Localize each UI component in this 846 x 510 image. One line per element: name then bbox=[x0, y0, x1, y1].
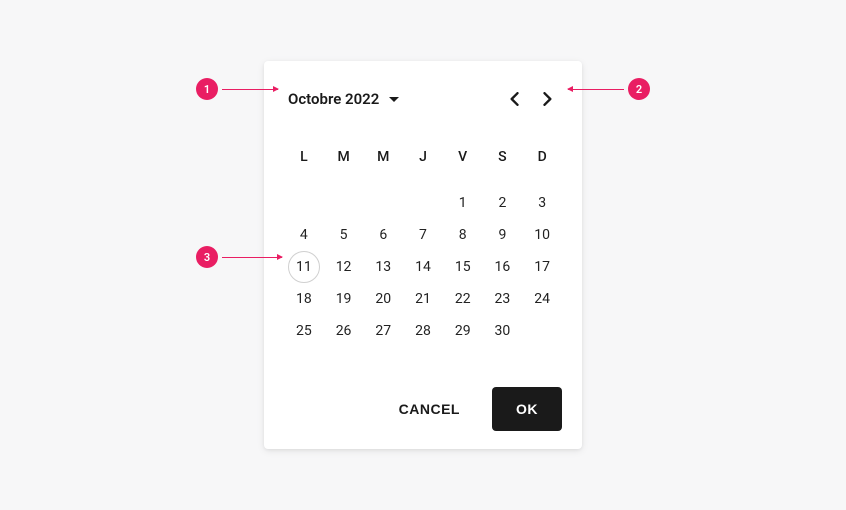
day[interactable]: 23 bbox=[483, 283, 523, 315]
day[interactable]: 29 bbox=[443, 315, 483, 347]
day[interactable]: 9 bbox=[483, 219, 523, 251]
weekday-label: J bbox=[403, 139, 443, 175]
weekday-label: M bbox=[324, 139, 364, 175]
annotation-badge-3: 3 bbox=[196, 246, 218, 268]
annotation-1: 1 bbox=[196, 78, 278, 100]
day[interactable]: 27 bbox=[363, 315, 403, 347]
weekday-label: V bbox=[443, 139, 483, 175]
weekday-label: M bbox=[363, 139, 403, 175]
day[interactable]: 17 bbox=[522, 251, 562, 283]
day-empty bbox=[363, 187, 403, 219]
day[interactable]: 30 bbox=[483, 315, 523, 347]
day[interactable]: 3 bbox=[522, 187, 562, 219]
days-grid: 1234567891011121314151617181920212223242… bbox=[284, 187, 562, 347]
date-picker-header: Octobre 2022 bbox=[284, 79, 562, 119]
day[interactable]: 24 bbox=[522, 283, 562, 315]
day[interactable]: 5 bbox=[324, 219, 364, 251]
annotation-3: 3 bbox=[196, 246, 282, 268]
day[interactable]: 1 bbox=[443, 187, 483, 219]
weekday-row: LMMJVSD bbox=[284, 139, 562, 175]
day-empty bbox=[324, 187, 364, 219]
ok-button[interactable]: OK bbox=[492, 387, 562, 431]
day[interactable]: 6 bbox=[363, 219, 403, 251]
day[interactable]: 19 bbox=[324, 283, 364, 315]
annotation-badge-2: 2 bbox=[628, 78, 650, 100]
day[interactable]: 18 bbox=[284, 283, 324, 315]
day[interactable]: 20 bbox=[363, 283, 403, 315]
action-buttons: CANCEL OK bbox=[284, 387, 562, 431]
month-label: Octobre 2022 bbox=[288, 90, 379, 108]
chevron-left-icon bbox=[509, 92, 519, 106]
day[interactable]: 8 bbox=[443, 219, 483, 251]
day[interactable]: 2 bbox=[483, 187, 523, 219]
day[interactable]: 10 bbox=[522, 219, 562, 251]
day[interactable]: 15 bbox=[443, 251, 483, 283]
next-month-button[interactable] bbox=[534, 85, 562, 113]
day[interactable]: 26 bbox=[324, 315, 364, 347]
prev-month-button[interactable] bbox=[500, 85, 528, 113]
month-selector[interactable]: Octobre 2022 bbox=[284, 90, 399, 108]
day[interactable]: 25 bbox=[284, 315, 324, 347]
weekday-label: L bbox=[284, 139, 324, 175]
annotation-arrow-icon bbox=[222, 89, 278, 90]
caret-down-icon bbox=[389, 97, 399, 102]
weekday-label: D bbox=[522, 139, 562, 175]
weekday-label: S bbox=[483, 139, 523, 175]
day[interactable]: 21 bbox=[403, 283, 443, 315]
annotation-2: 2 bbox=[568, 78, 650, 100]
nav-arrows bbox=[500, 85, 562, 113]
day[interactable]: 13 bbox=[363, 251, 403, 283]
chevron-right-icon bbox=[543, 92, 553, 106]
day-empty bbox=[284, 187, 324, 219]
annotation-arrow-icon bbox=[568, 89, 624, 90]
day[interactable]: 22 bbox=[443, 283, 483, 315]
day-empty bbox=[403, 187, 443, 219]
day-today[interactable]: 11 bbox=[284, 251, 324, 283]
day[interactable]: 7 bbox=[403, 219, 443, 251]
day[interactable]: 4 bbox=[284, 219, 324, 251]
day[interactable]: 14 bbox=[403, 251, 443, 283]
date-picker: Octobre 2022 LMMJVSD 1234567891011121314… bbox=[264, 61, 582, 449]
cancel-button[interactable]: CANCEL bbox=[379, 387, 480, 431]
annotation-badge-1: 1 bbox=[196, 78, 218, 100]
day[interactable]: 16 bbox=[483, 251, 523, 283]
day[interactable]: 12 bbox=[324, 251, 364, 283]
day[interactable]: 28 bbox=[403, 315, 443, 347]
annotation-arrow-icon bbox=[222, 257, 282, 258]
